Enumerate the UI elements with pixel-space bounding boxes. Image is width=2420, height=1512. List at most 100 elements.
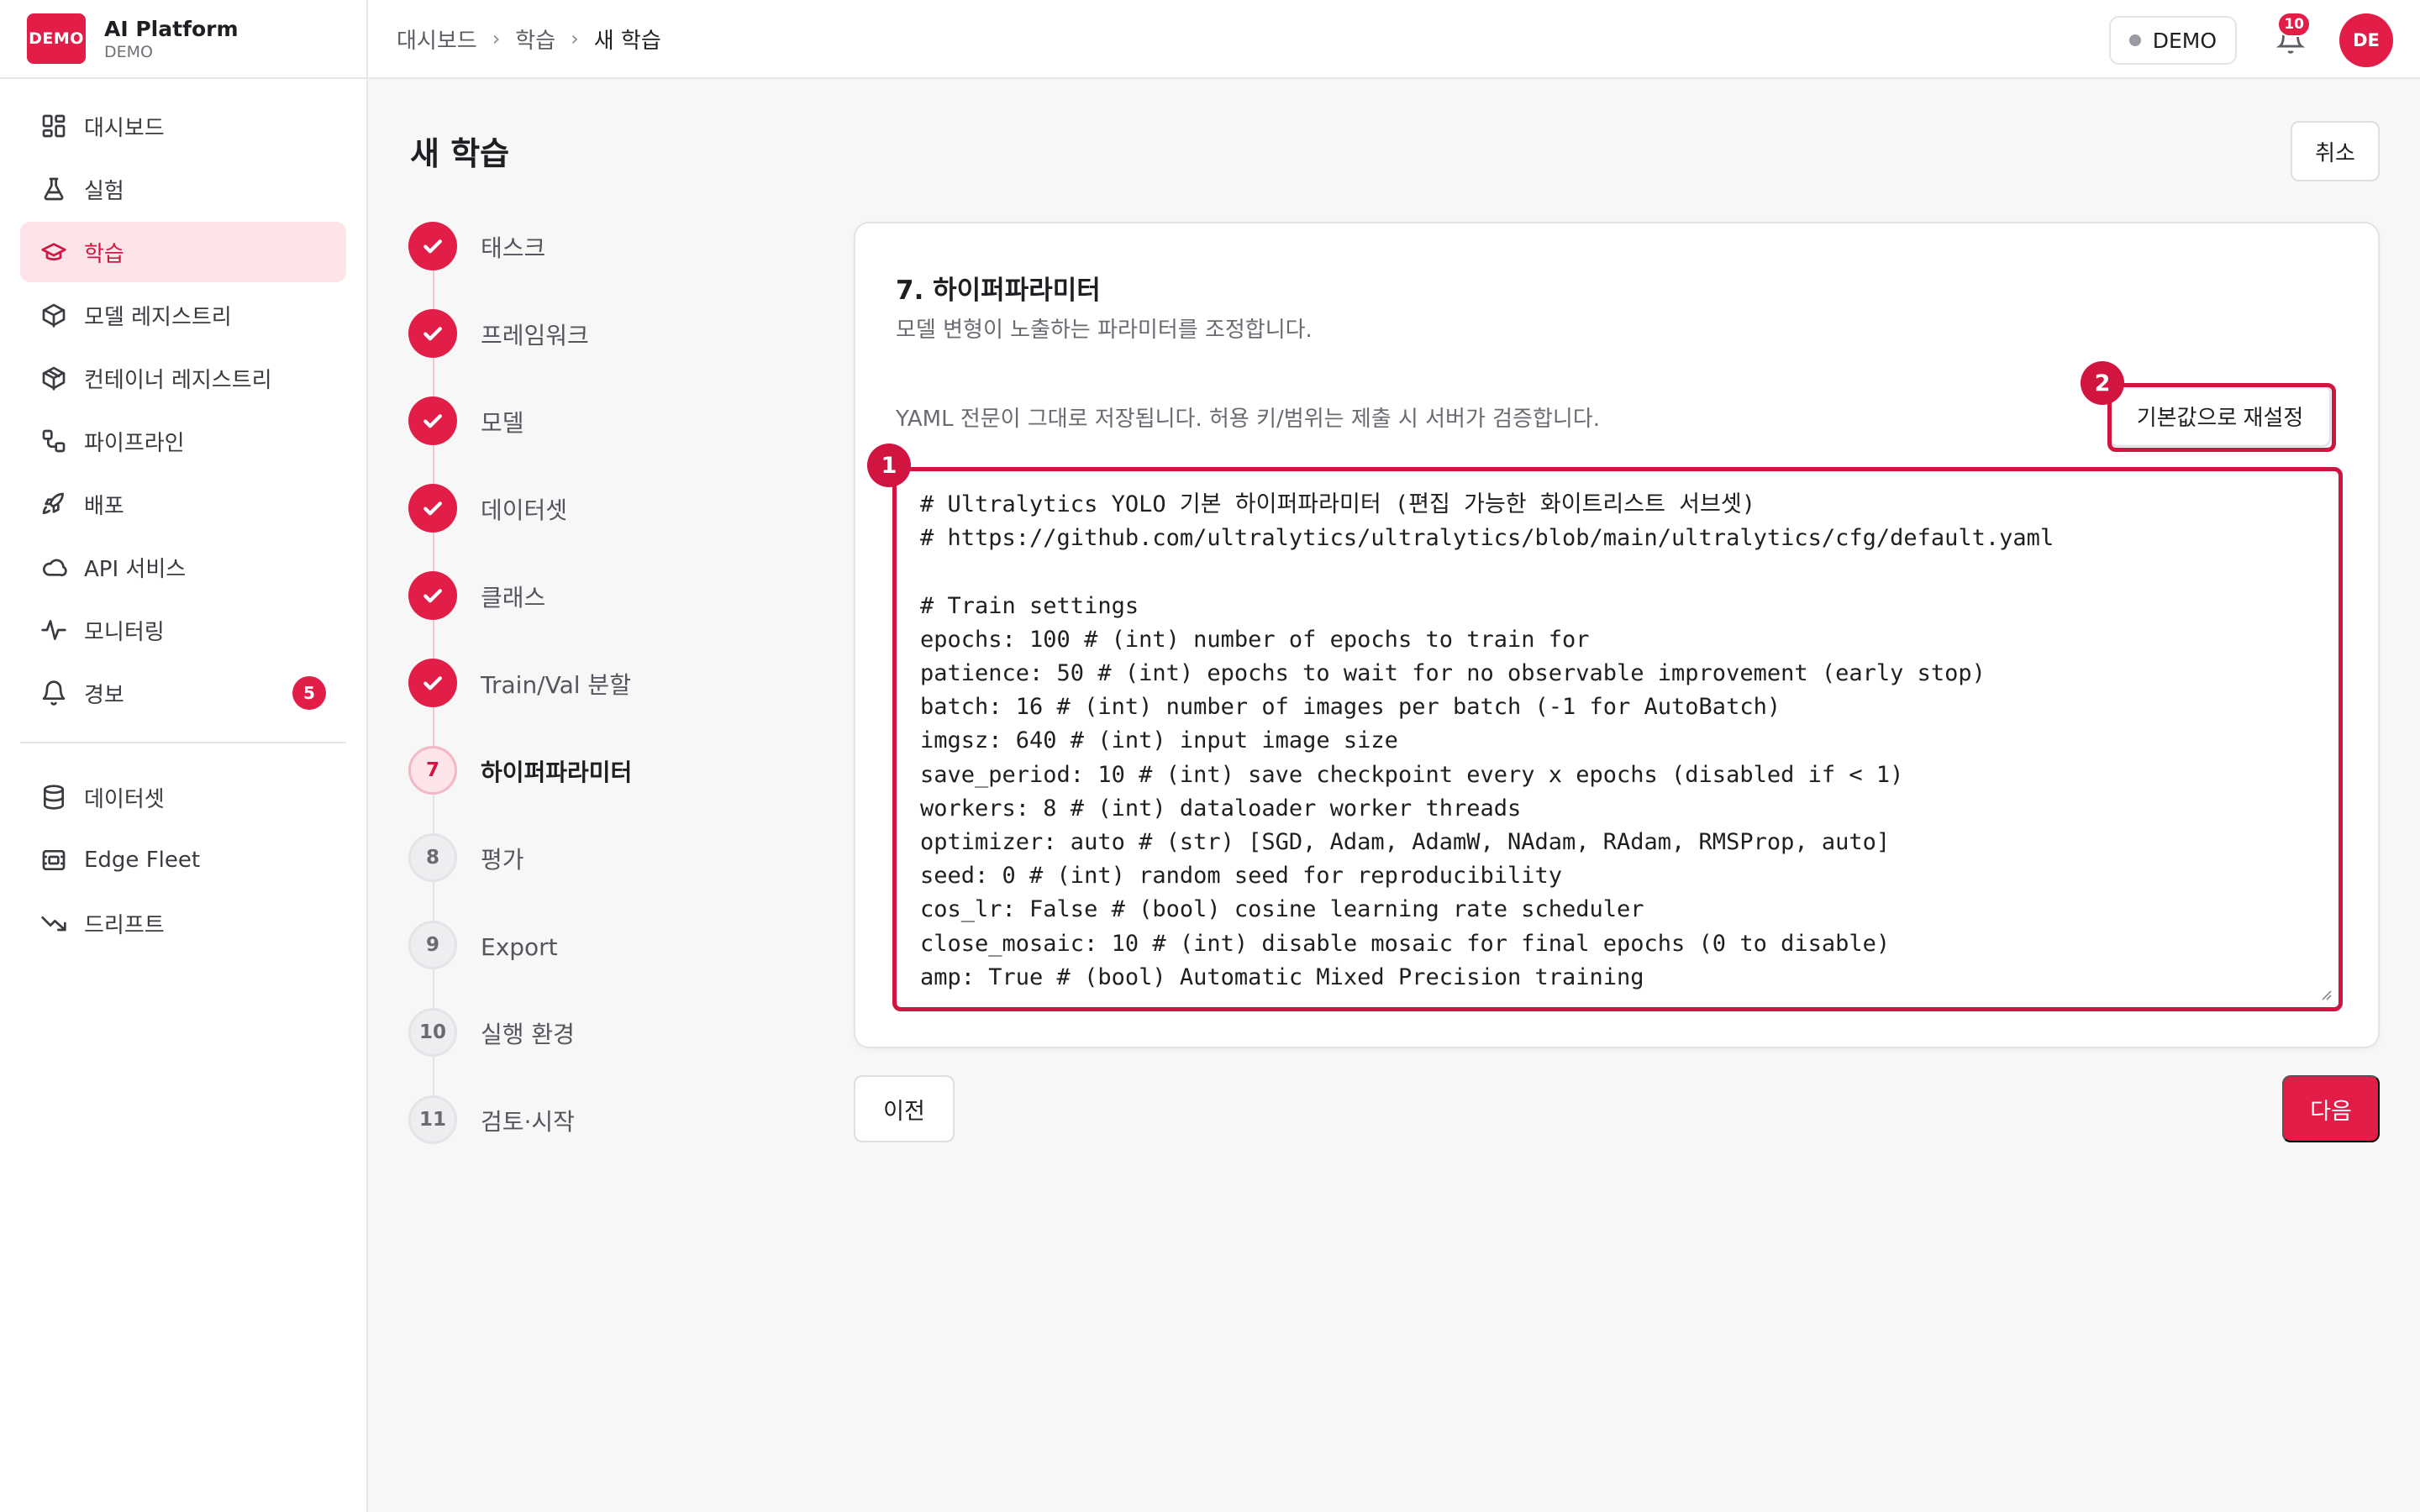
sidebar-item-label: 실험 (84, 178, 124, 204)
step-label: 프레임워크 (481, 322, 589, 349)
yaml-editor-frame: # Ultralytics YOLO 기본 하이퍼파라미터 (편집 가능한 화이… (892, 467, 2343, 1011)
environment-pill[interactable]: DEMO (2108, 16, 2237, 65)
check-icon (424, 327, 442, 341)
sidebar-item-dashboard[interactable]: 대시보드 (20, 96, 346, 156)
step-label: 모델 (481, 409, 524, 437)
sidebar-item-drift[interactable]: 드리프트 (20, 893, 346, 953)
brand-logo: DEMO (27, 13, 86, 64)
sidebar-item-label: 모델 레지스트리 (84, 304, 232, 330)
step-done-circle (408, 396, 457, 445)
topbar-actions: DEMO 10 DE (2108, 12, 2393, 67)
sidebar-item-model-registry[interactable]: 모델 레지스트리 (20, 285, 346, 345)
step-train-val-split[interactable]: Train/Val 분할 (408, 659, 660, 748)
highlight-outline (2107, 383, 2336, 452)
sidebar-item-label: Edge Fleet (84, 848, 201, 873)
step-connector (433, 358, 434, 398)
step-done-circle (408, 309, 457, 358)
step-label: 데이터셋 (481, 496, 568, 524)
graduation-cap-icon (40, 239, 67, 265)
wizard-stepper: 태스크 프레임워크 모델 데이터셋 클래스 Train/Val 분할 7 하이퍼… (408, 222, 660, 1183)
step-model[interactable]: 모델 (408, 396, 660, 486)
environment-label: DEMO (2152, 28, 2217, 53)
annotation-marker-1: 1 (867, 444, 911, 487)
step-classes[interactable]: 클래스 (408, 571, 660, 660)
sidebar-item-experiments[interactable]: 실험 (20, 159, 346, 219)
sidebar-item-pipeline[interactable]: 파이프라인 (20, 411, 346, 471)
resize-grip-icon[interactable] (2318, 987, 2332, 1000)
check-icon (424, 414, 442, 428)
sidebar-item-alerts[interactable]: 경보 5 (20, 663, 346, 723)
cloud-icon (40, 554, 67, 580)
step-connector (433, 969, 434, 1010)
sidebar-nav: 대시보드 실험 학습 모델 레지스트리 컨테이너 레지스트리 파이프라인 배포 (0, 79, 366, 953)
step-done-circle (408, 571, 457, 620)
brand[interactable]: DEMO AI Platform DEMO (0, 0, 366, 79)
step-label: 실행 환경 (481, 1021, 575, 1048)
sidebar-item-label: 컨테이너 레지스트리 (84, 367, 272, 393)
sidebar-item-monitoring[interactable]: 모니터링 (20, 600, 346, 660)
sidebar-divider (20, 742, 346, 743)
sidebar-item-training[interactable]: 학습 (20, 222, 346, 282)
step-dataset[interactable]: 데이터셋 (408, 484, 660, 573)
step-evaluation[interactable]: 8 평가 (408, 833, 660, 922)
breadcrumb: 대시보드 › 학습 › 새 학습 (397, 24, 661, 55)
step-export[interactable]: 9 Export (408, 921, 660, 1010)
hyperparameter-card: 7. 하이퍼파라미터 모델 변형이 노출하는 파라미터를 조정합니다. YAML… (854, 222, 2380, 1048)
step-done-circle (408, 222, 457, 270)
step-review-start[interactable]: 11 검토·시작 (408, 1095, 660, 1183)
step-runtime-env[interactable]: 10 실행 환경 (408, 1008, 660, 1097)
sidebar-item-edge-fleet[interactable]: Edge Fleet (20, 830, 346, 890)
trend-down-icon (40, 910, 67, 937)
step-label: 하이퍼파라미터 (481, 759, 633, 786)
step-hyperparameters[interactable]: 7 하이퍼파라미터 (408, 746, 660, 835)
breadcrumb-dashboard[interactable]: 대시보드 (397, 24, 477, 55)
bell-icon (40, 680, 67, 706)
page-title: 새 학습 (410, 135, 510, 172)
breadcrumb-training[interactable]: 학습 (515, 24, 555, 55)
step-label: Export (481, 933, 558, 961)
check-icon (424, 239, 442, 254)
sidebar-item-datasets[interactable]: 데이터셋 (20, 767, 346, 827)
chip-icon (40, 847, 67, 874)
rocket-icon (40, 491, 67, 517)
sidebar-item-label: 데이터셋 (84, 786, 165, 812)
cancel-button[interactable]: 취소 (2291, 121, 2380, 181)
sidebar-item-label: 학습 (84, 241, 124, 267)
chevron-right-icon: › (492, 27, 501, 50)
sidebar-item-deploy[interactable]: 배포 (20, 474, 346, 534)
sidebar-item-label: 배포 (84, 493, 124, 519)
avatar[interactable]: DE (2339, 13, 2393, 67)
step-label: 검토·시작 (481, 1108, 575, 1136)
breadcrumb-current: 새 학습 (593, 28, 661, 54)
topbar: 대시보드 › 학습 › 새 학습 DEMO 10 DE (368, 0, 2420, 79)
check-icon (424, 501, 442, 516)
sidebar-item-label: API 서비스 (84, 556, 187, 582)
yaml-note: YAML 전문이 그대로 저장됩니다. 허용 키/범위는 제출 시 서버가 검증… (896, 407, 1600, 432)
package-icon (40, 365, 67, 391)
dashboard-icon (40, 113, 67, 139)
notification-count-badge: 10 (2277, 12, 2311, 37)
sidebar-item-label: 드리프트 (84, 912, 165, 938)
step-label: 클래스 (481, 584, 546, 612)
step-number: 10 (408, 1008, 457, 1057)
step-number: 8 (408, 833, 457, 882)
sidebar-item-api-service[interactable]: API 서비스 (20, 537, 346, 597)
step-number: 7 (408, 746, 457, 795)
brand-sub: DEMO (104, 42, 153, 61)
step-framework[interactable]: 프레임워크 (408, 309, 660, 398)
step-number: 9 (408, 921, 457, 969)
check-icon (424, 676, 442, 690)
step-connector (433, 445, 434, 486)
step-connector (433, 882, 434, 922)
step-task[interactable]: 태스크 (408, 222, 660, 311)
step-connector (433, 1057, 434, 1097)
previous-button[interactable]: 이전 (854, 1075, 955, 1142)
step-done-circle (408, 659, 457, 707)
yaml-editor[interactable]: # Ultralytics YOLO 기본 하이퍼파라미터 (편집 가능한 화이… (897, 471, 2338, 1007)
notifications-button[interactable]: 10 (2265, 12, 2316, 66)
database-icon (40, 784, 67, 811)
chevron-right-icon: › (571, 27, 579, 50)
sidebar-item-container-registry[interactable]: 컨테이너 레지스트리 (20, 348, 346, 408)
annotation-marker-2: 2 (2081, 361, 2124, 405)
next-button[interactable]: 다음 (2282, 1075, 2380, 1142)
